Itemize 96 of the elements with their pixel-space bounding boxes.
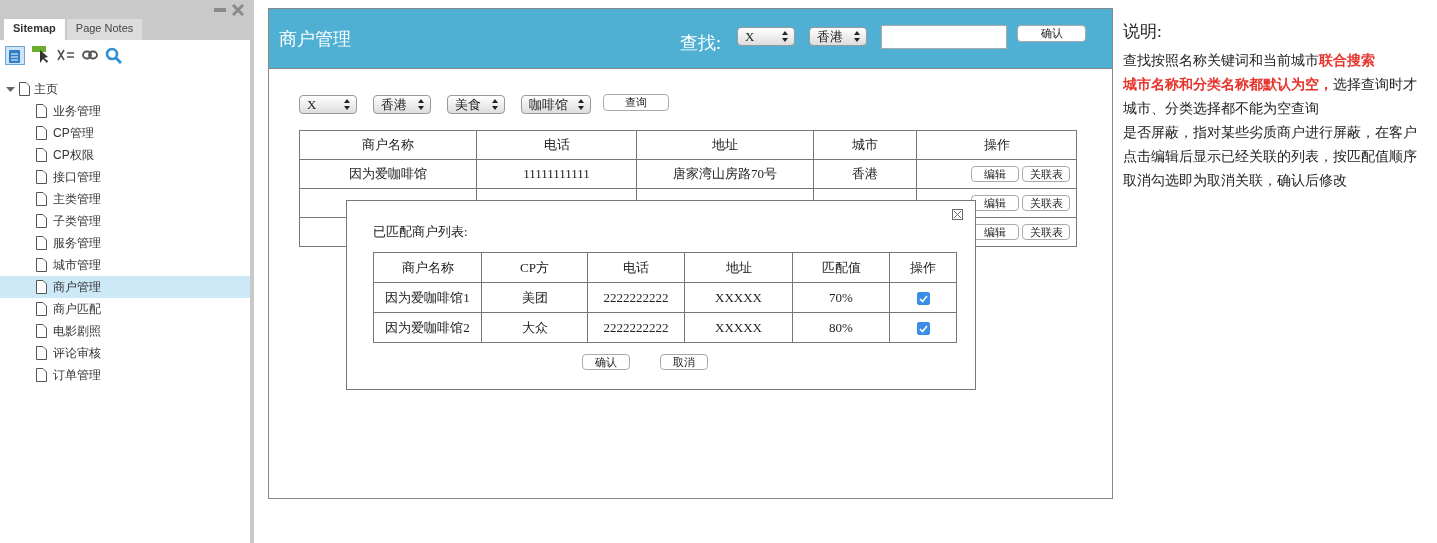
table-cell: 因为爱咖啡馆2 [373, 312, 482, 343]
table-cell: XXXXX [684, 312, 793, 343]
confirm-button[interactable]: 确认 [581, 354, 630, 370]
note-text: 点击编辑后显示已经关联的列表，按匹配值顺序 [1123, 148, 1418, 166]
page-icon [36, 368, 47, 382]
updown-arrow-icon [418, 99, 424, 110]
page-icon [36, 302, 47, 316]
column-header: 商户名称 [299, 130, 477, 160]
column-header: CP方 [481, 252, 588, 283]
link-table-button[interactable]: 关联表 [1022, 195, 1070, 211]
note-text: 取消勾选即为取消关联，确认后修改 [1123, 172, 1348, 190]
table-cell: XXXXX [684, 282, 793, 313]
tree-item[interactable]: 主页 [0, 78, 250, 100]
table-cell: 因为爱咖啡馆 [299, 159, 477, 189]
page-icon [36, 214, 47, 228]
search-field[interactable] [881, 24, 1007, 49]
search-label: 查找: [680, 31, 721, 55]
table-cell: 70% [792, 282, 890, 313]
checkbox[interactable] [916, 322, 930, 335]
tree-item[interactable]: CP管理 [0, 122, 250, 144]
tree-item[interactable]: 服务管理 [0, 232, 250, 254]
updown-arrow-icon [854, 31, 860, 42]
dropdown[interactable]: X [737, 27, 795, 46]
page-icon [36, 170, 47, 184]
column-header: 电话 [476, 130, 637, 160]
table-cell: 2222222222 [587, 312, 685, 343]
tree-item[interactable]: 评论审核 [0, 342, 250, 364]
column-header: 地址 [636, 130, 814, 160]
table-cell: 80% [792, 312, 890, 343]
query-button[interactable]: 查询 [603, 94, 669, 111]
dropdown[interactable]: 香港 [809, 27, 867, 46]
table-cell: 2222222222 [587, 282, 685, 313]
link-icon[interactable] [82, 50, 98, 60]
note-text: 城市名称和分类名称都默认为空，选择查询时才 [1123, 76, 1418, 94]
column-header: 电话 [587, 252, 685, 283]
table-cell: 美团 [481, 282, 588, 313]
updown-arrow-icon [578, 99, 584, 110]
column-header: 匹配值 [792, 252, 890, 283]
cursor-icon[interactable] [32, 46, 50, 64]
column-header: 操作 [889, 252, 957, 283]
page-title: 商户管理 [279, 27, 352, 51]
search-icon[interactable] [105, 46, 122, 64]
dropdown[interactable]: 咖啡馆 [521, 95, 591, 114]
variables-icon[interactable] [57, 49, 75, 61]
tree-item[interactable]: 商户管理 [0, 276, 250, 298]
column-header: 城市 [813, 130, 917, 160]
tree-item[interactable]: 业务管理 [0, 100, 250, 122]
column-header: 地址 [684, 252, 793, 283]
table-cell: 因为爱咖啡馆1 [373, 282, 482, 313]
page-icon [36, 236, 47, 250]
table-cell: 11111111111 [476, 159, 637, 189]
pages-icon[interactable] [5, 45, 25, 65]
cancel-button[interactable]: 取消 [659, 354, 708, 370]
close-icon[interactable] [952, 209, 963, 220]
link-table-button[interactable]: 关联表 [1022, 166, 1070, 182]
page-icon [36, 324, 47, 338]
tree-item[interactable]: 城市管理 [0, 254, 250, 276]
edit-button[interactable]: 编辑 [971, 195, 1019, 211]
panel-tab[interactable]: Sitemap [4, 19, 65, 40]
notes-title: 说明: [1123, 21, 1163, 43]
table-cell: 大众 [481, 312, 588, 343]
confirm-button[interactable]: 确认 [1017, 25, 1086, 42]
page-icon [36, 104, 47, 118]
page-icon [36, 280, 47, 294]
checkbox[interactable] [916, 292, 930, 305]
note-text: 是否屏蔽，指对某些劣质商户进行屏蔽，在客户 [1123, 124, 1418, 142]
page-icon [36, 258, 47, 272]
updown-arrow-icon [344, 99, 350, 110]
dropdown[interactable]: X [299, 95, 357, 114]
table-cell: 唐家湾山房路70号 [636, 159, 814, 189]
updown-arrow-icon [492, 99, 498, 110]
expand-arrow-icon[interactable] [6, 84, 15, 94]
page-icon [36, 346, 47, 360]
column-header: 商户名称 [373, 252, 482, 283]
link-table-button[interactable]: 关联表 [1022, 224, 1070, 240]
note-text: 城市、分类选择都不能为空查询 [1123, 100, 1320, 118]
dialog-title: 已匹配商户列表: [373, 223, 469, 241]
page-icon [36, 126, 47, 140]
tree-item[interactable]: 商户匹配 [0, 298, 250, 320]
tree-item[interactable]: CP权限 [0, 144, 250, 166]
tree-item[interactable]: 电影剧照 [0, 320, 250, 342]
panel-tab[interactable]: Page Notes [66, 19, 143, 40]
column-header: 操作 [916, 130, 1077, 160]
table-cell: 香港 [813, 159, 917, 189]
note-text: 查找按照名称关键词和当前城市联合搜索 [1123, 52, 1376, 70]
dropdown[interactable]: 香港 [373, 95, 431, 114]
tree-item[interactable]: 接口管理 [0, 166, 250, 188]
tree-item[interactable]: 子类管理 [0, 210, 250, 232]
updown-arrow-icon [782, 31, 788, 42]
tree-item[interactable]: 主类管理 [0, 188, 250, 210]
page-icon [36, 192, 47, 206]
dropdown[interactable]: 美食 [447, 95, 505, 114]
edit-button[interactable]: 编辑 [971, 166, 1019, 182]
page-icon [19, 82, 30, 96]
tree-item[interactable]: 订单管理 [0, 364, 250, 386]
page-icon [36, 148, 47, 162]
